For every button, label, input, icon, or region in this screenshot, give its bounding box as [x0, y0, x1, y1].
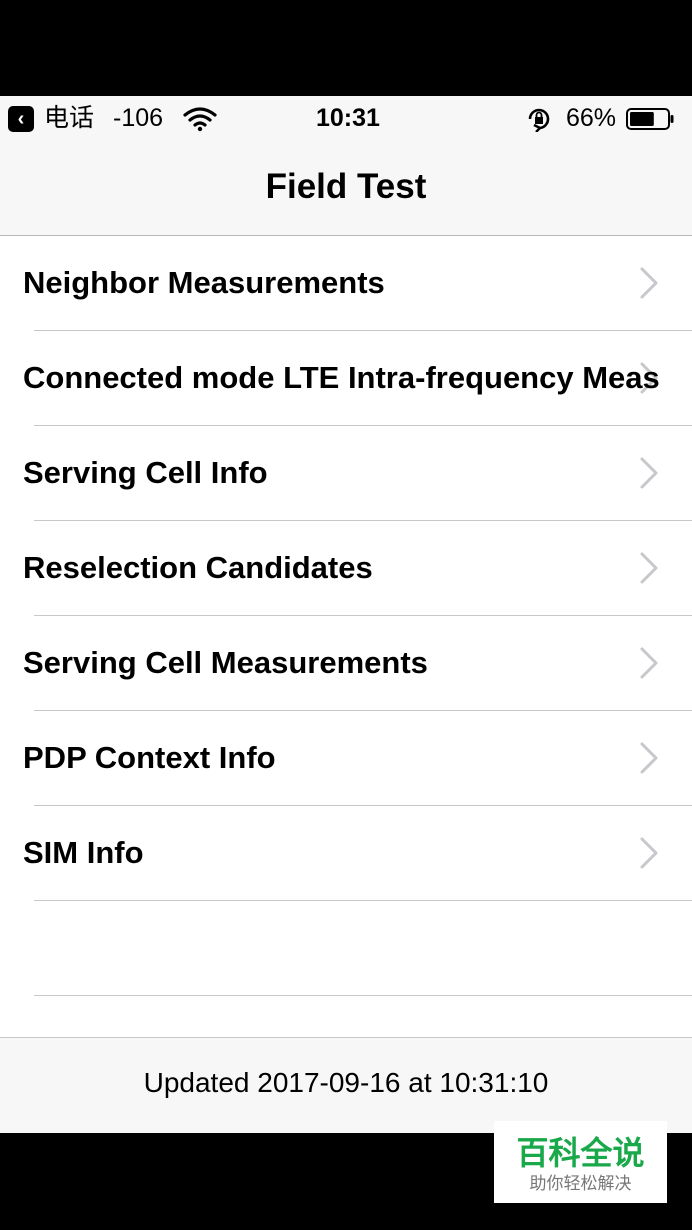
- status-bar: ‹ 电话 -106 10:31 66%: [0, 96, 692, 140]
- menu-item-serving-cell-measurements[interactable]: Serving Cell Measurements: [0, 616, 692, 711]
- menu-item-label: Neighbor Measurements: [23, 265, 385, 300]
- clock: 10:31: [316, 104, 380, 132]
- back-app-label[interactable]: 电话: [44, 102, 94, 134]
- menu-list: Neighbor Measurements Connected mode LTE…: [0, 236, 692, 996]
- chevron-right-icon: [640, 267, 658, 299]
- menu-item-label: Serving Cell Measurements: [23, 645, 428, 680]
- navigation-bar: Field Test: [0, 140, 692, 236]
- signal-strength: -106: [113, 104, 164, 132]
- page-title: Field Test: [265, 167, 427, 206]
- back-arrow-icon[interactable]: ‹: [8, 106, 34, 132]
- footer-toolbar: Updated 2017-09-16 at 10:31:10: [0, 1037, 692, 1133]
- menu-item-neighbor-measurements[interactable]: Neighbor Measurements: [0, 236, 692, 331]
- menu-item-reselection-candidates[interactable]: Reselection Candidates: [0, 521, 692, 616]
- watermark-subtitle: 助你轻松解决: [529, 1174, 632, 1193]
- menu-item-lte-intra-frequency[interactable]: Connected mode LTE Intra-frequency Meas: [0, 331, 692, 426]
- chevron-right-icon: [640, 647, 658, 679]
- battery-icon: [626, 108, 674, 130]
- menu-item-label: Connected mode LTE Intra-frequency Meas: [23, 360, 660, 395]
- empty-row: [0, 901, 692, 996]
- chevron-right-icon: [640, 457, 658, 489]
- watermark-logo: 百科全说 助你轻松解决: [494, 1121, 667, 1203]
- menu-item-label: PDP Context Info: [23, 740, 276, 775]
- orientation-lock-icon: [528, 108, 550, 132]
- watermark-title: 百科全说: [516, 1135, 645, 1171]
- phone-screen: ‹ 电话 -106 10:31 66% Field Test Neighbor …: [0, 96, 692, 1133]
- chevron-right-icon: [640, 837, 658, 869]
- menu-item-label: Reselection Candidates: [23, 550, 373, 585]
- wifi-icon: [183, 107, 217, 132]
- last-updated-text: Updated 2017-09-16 at 10:31:10: [143, 1067, 549, 1098]
- chevron-right-icon: [640, 742, 658, 774]
- menu-item-pdp-context-info[interactable]: PDP Context Info: [0, 711, 692, 806]
- menu-item-label: Serving Cell Info: [23, 455, 268, 490]
- menu-item-serving-cell-info[interactable]: Serving Cell Info: [0, 426, 692, 521]
- menu-item-label: SIM Info: [23, 835, 144, 870]
- separator: [34, 995, 692, 996]
- menu-item-sim-info[interactable]: SIM Info: [0, 806, 692, 901]
- chevron-right-icon: [640, 552, 658, 584]
- battery-percent: 66%: [566, 104, 617, 132]
